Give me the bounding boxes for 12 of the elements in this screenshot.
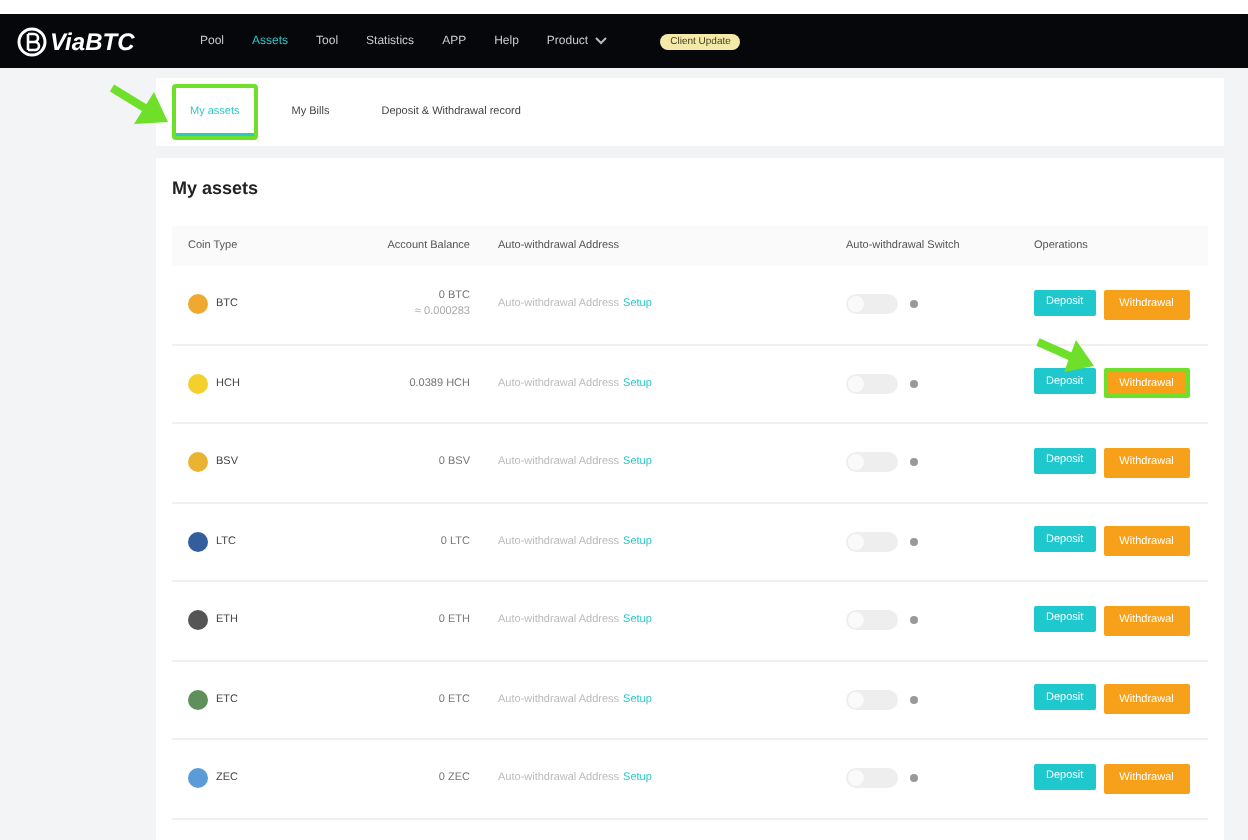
status-dot [910, 537, 918, 546]
status-dot [910, 774, 918, 783]
status-dot [910, 379, 918, 388]
status-dot [910, 616, 918, 625]
status-dot [910, 300, 918, 309]
coin-logo-icon [16, 25, 48, 57]
annotation-arrow [110, 84, 170, 128]
logo-text[interactable]: ViaBTC [50, 27, 135, 55]
status-dot [910, 695, 918, 704]
section-title: My assets [172, 176, 261, 202]
status-dot [910, 458, 918, 467]
annotation-arrow [1036, 338, 1096, 374]
